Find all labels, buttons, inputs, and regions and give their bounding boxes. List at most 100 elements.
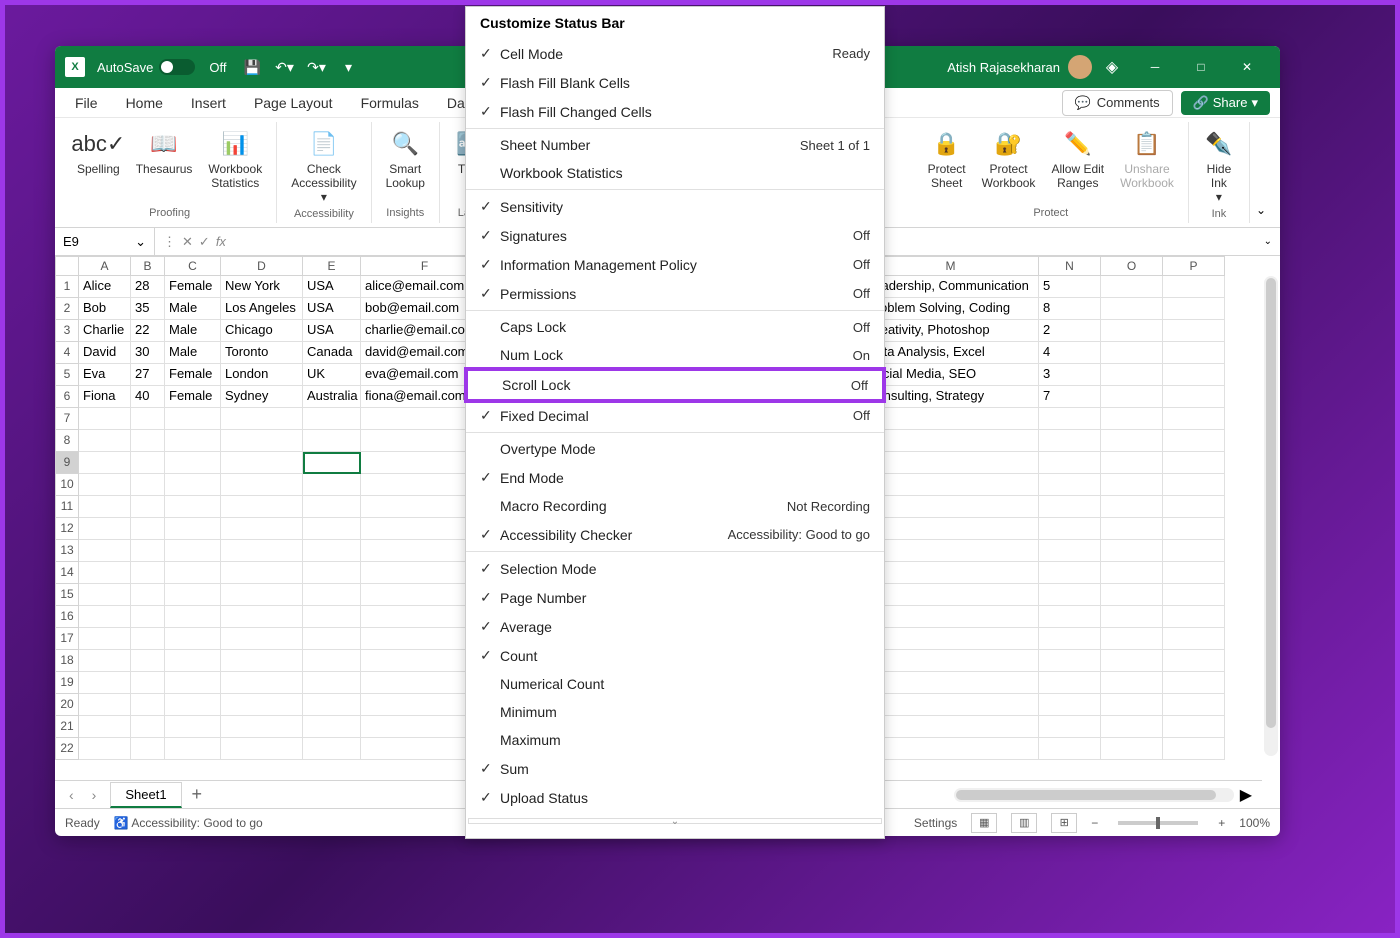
statusbar-option-upload-status[interactable]: ✓Upload Status <box>466 783 884 812</box>
redo-icon[interactable]: ↷▾ <box>302 53 330 81</box>
cell-B11[interactable] <box>131 496 165 518</box>
cell-O3[interactable] <box>1101 320 1163 342</box>
cell-C11[interactable] <box>165 496 221 518</box>
statusbar-option-flash-fill-blank-cells[interactable]: ✓Flash Fill Blank Cells <box>466 68 884 97</box>
allow-edit-ranges-button[interactable]: ✏️Allow Edit Ranges <box>1045 126 1110 192</box>
cell-O20[interactable] <box>1101 694 1163 716</box>
workbook-stats-button[interactable]: 📊Workbook Statistics <box>202 126 268 192</box>
name-box[interactable]: E9⌄ <box>55 228 155 255</box>
view-page-layout-icon[interactable]: ▥ <box>1011 813 1037 833</box>
cell-P2[interactable] <box>1163 298 1225 320</box>
view-page-break-icon[interactable]: ⊞ <box>1051 813 1077 833</box>
statusbar-option-accessibility-checker[interactable]: ✓Accessibility CheckerAccessibility: Goo… <box>466 520 884 549</box>
cell-M2[interactable]: Problem Solving, Coding <box>863 298 1039 320</box>
cell-M8[interactable] <box>863 430 1039 452</box>
cell-A13[interactable] <box>79 540 131 562</box>
close-button[interactable]: ✕ <box>1224 46 1270 88</box>
statusbar-option-cell-mode[interactable]: ✓Cell ModeReady <box>466 39 884 68</box>
cell-B17[interactable] <box>131 628 165 650</box>
cell-P13[interactable] <box>1163 540 1225 562</box>
name-box-more-icon[interactable]: ⋮ <box>163 234 176 250</box>
premium-icon[interactable]: ◈ <box>1102 57 1122 77</box>
cell-C7[interactable] <box>165 408 221 430</box>
cell-P6[interactable] <box>1163 386 1225 408</box>
statusbar-option-fixed-decimal[interactable]: ✓Fixed DecimalOff <box>466 401 884 430</box>
cell-M17[interactable] <box>863 628 1039 650</box>
cell-A21[interactable] <box>79 716 131 738</box>
cell-M1[interactable]: Leadership, Communication <box>863 276 1039 298</box>
cell-A1[interactable]: Alice <box>79 276 131 298</box>
row-header-16[interactable]: 16 <box>55 606 79 628</box>
cell-D2[interactable]: Los Angeles <box>221 298 303 320</box>
cell-E15[interactable] <box>303 584 361 606</box>
cell-C21[interactable] <box>165 716 221 738</box>
cell-B2[interactable]: 35 <box>131 298 165 320</box>
cell-P22[interactable] <box>1163 738 1225 760</box>
cell-C18[interactable] <box>165 650 221 672</box>
cell-E21[interactable] <box>303 716 361 738</box>
cell-P10[interactable] <box>1163 474 1225 496</box>
zoom-out-button[interactable]: − <box>1091 816 1098 830</box>
cell-N21[interactable] <box>1039 716 1101 738</box>
row-header-21[interactable]: 21 <box>55 716 79 738</box>
cell-C3[interactable]: Male <box>165 320 221 342</box>
cell-N17[interactable] <box>1039 628 1101 650</box>
cell-M16[interactable] <box>863 606 1039 628</box>
cell-A5[interactable]: Eva <box>79 364 131 386</box>
cell-N7[interactable] <box>1039 408 1101 430</box>
menu-home[interactable]: Home <box>116 91 173 115</box>
row-header-19[interactable]: 19 <box>55 672 79 694</box>
vertical-scrollbar[interactable] <box>1264 276 1278 756</box>
row-header-14[interactable]: 14 <box>55 562 79 584</box>
select-all-cells[interactable] <box>55 256 79 276</box>
cell-P5[interactable] <box>1163 364 1225 386</box>
enter-formula-icon[interactable]: ✓ <box>199 234 210 250</box>
cell-B5[interactable]: 27 <box>131 364 165 386</box>
zoom-slider[interactable] <box>1118 821 1198 825</box>
cell-E17[interactable] <box>303 628 361 650</box>
row-header-4[interactable]: 4 <box>55 342 79 364</box>
cell-N2[interactable]: 8 <box>1039 298 1101 320</box>
cell-O17[interactable] <box>1101 628 1163 650</box>
cell-N18[interactable] <box>1039 650 1101 672</box>
column-header-B[interactable]: B <box>131 256 165 276</box>
zoom-level[interactable]: 100% <box>1239 816 1270 830</box>
cell-O14[interactable] <box>1101 562 1163 584</box>
hide-ink-button[interactable]: ✒️Hide Ink ▾ <box>1197 126 1241 206</box>
cell-A9[interactable] <box>79 452 131 474</box>
cell-M11[interactable] <box>863 496 1039 518</box>
menu-formulas[interactable]: Formulas <box>351 91 429 115</box>
cell-D17[interactable] <box>221 628 303 650</box>
cell-P18[interactable] <box>1163 650 1225 672</box>
row-header-8[interactable]: 8 <box>55 430 79 452</box>
statusbar-option-permissions[interactable]: ✓PermissionsOff <box>466 279 884 308</box>
comments-button[interactable]: 💬 Comments <box>1062 90 1173 116</box>
cell-B18[interactable] <box>131 650 165 672</box>
thesaurus-button[interactable]: 📖Thesaurus <box>130 126 199 178</box>
cell-P7[interactable] <box>1163 408 1225 430</box>
statusbar-option-maximum[interactable]: Maximum <box>466 726 884 754</box>
cell-M21[interactable] <box>863 716 1039 738</box>
cell-O2[interactable] <box>1101 298 1163 320</box>
cell-D1[interactable]: New York <box>221 276 303 298</box>
statusbar-option-signatures[interactable]: ✓SignaturesOff <box>466 221 884 250</box>
cell-B4[interactable]: 30 <box>131 342 165 364</box>
statusbar-option-scroll-lock[interactable]: Scroll LockOff <box>464 367 886 403</box>
cell-C19[interactable] <box>165 672 221 694</box>
statusbar-option-page-number[interactable]: ✓Page Number <box>466 583 884 612</box>
statusbar-option-workbook-statistics[interactable]: Workbook Statistics <box>466 159 884 187</box>
cell-C22[interactable] <box>165 738 221 760</box>
cell-E6[interactable]: Australia <box>303 386 361 408</box>
cell-A3[interactable]: Charlie <box>79 320 131 342</box>
cell-C16[interactable] <box>165 606 221 628</box>
smart-lookup-button[interactable]: 🔍Smart Lookup <box>380 126 431 192</box>
cell-D16[interactable] <box>221 606 303 628</box>
cell-E7[interactable] <box>303 408 361 430</box>
cell-B14[interactable] <box>131 562 165 584</box>
cell-O21[interactable] <box>1101 716 1163 738</box>
cell-N10[interactable] <box>1039 474 1101 496</box>
autosave-toggle[interactable] <box>159 59 195 75</box>
cell-A19[interactable] <box>79 672 131 694</box>
cell-N20[interactable] <box>1039 694 1101 716</box>
cell-O9[interactable] <box>1101 452 1163 474</box>
